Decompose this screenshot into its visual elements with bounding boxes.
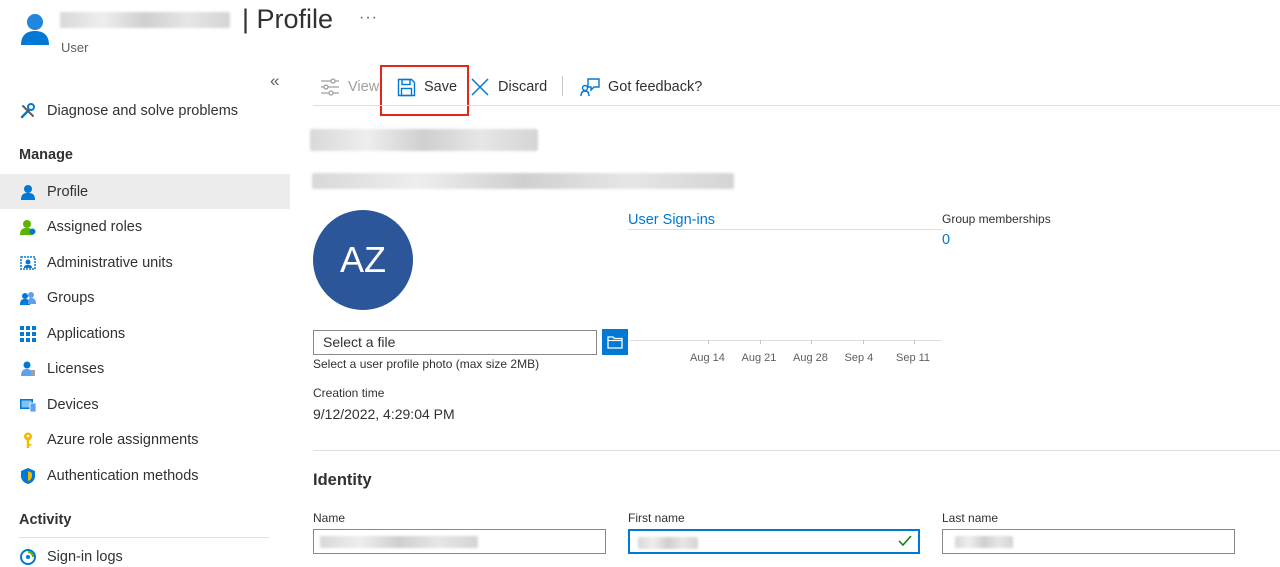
- name-field[interactable]: [313, 529, 606, 554]
- chart-x-axis: [628, 340, 942, 341]
- sidebar-item-assigned-roles[interactable]: Assigned roles: [0, 209, 290, 244]
- creation-time-value: 9/12/2022, 4:29:04 PM: [313, 406, 455, 422]
- select-file-input[interactable]: Select a file: [313, 330, 597, 355]
- sidebar-item-label: Profile: [47, 183, 89, 200]
- sidebar-item-label: Applications: [47, 325, 126, 342]
- sidebar-item-label: Groups: [47, 289, 95, 306]
- feedback-icon: [580, 77, 600, 97]
- sidebar-item-label: Authentication methods: [47, 467, 199, 484]
- chart-tick: [759, 340, 761, 344]
- last-name-value-redacted: [955, 536, 1013, 548]
- browse-file-button[interactable]: [602, 329, 628, 355]
- sidebar-item-label: Sign-in logs: [47, 548, 123, 565]
- section-manage: Manage: [19, 147, 73, 163]
- user-role-icon: [19, 218, 37, 236]
- folder-icon: [607, 336, 623, 349]
- sidebar-item-applications[interactable]: Applications: [0, 316, 290, 351]
- first-name-label: First name: [628, 511, 685, 525]
- last-name-label: Last name: [942, 511, 999, 525]
- first-name-field[interactable]: [628, 529, 920, 554]
- key-icon: [19, 431, 37, 449]
- page-title: | Profile: [242, 4, 334, 34]
- device-icon: [19, 396, 37, 414]
- toolbar-separator: [562, 76, 563, 96]
- section-activity: Activity: [19, 512, 72, 528]
- more-options-button[interactable]: ···: [359, 9, 378, 27]
- user-name-redacted: [60, 12, 230, 28]
- admin-units-icon: [19, 254, 37, 272]
- license-icon: [19, 360, 37, 378]
- name-value-redacted: [320, 536, 478, 548]
- close-icon: [470, 77, 490, 97]
- save-highlight-box: [380, 65, 469, 116]
- sidebar-item-label: Diagnose and solve problems: [47, 102, 239, 119]
- sidebar-item-diagnose[interactable]: Diagnose and solve problems: [0, 93, 290, 128]
- sign-ins-divider: [628, 229, 942, 230]
- display-name-redacted: [310, 129, 538, 151]
- toolbar-divider: [313, 105, 1280, 106]
- discard-button[interactable]: Discard: [470, 74, 547, 100]
- sign-in-icon: [19, 548, 37, 566]
- sidebar-item-label: Devices: [47, 396, 99, 413]
- first-name-value-redacted: [638, 537, 698, 549]
- view-button[interactable]: View: [320, 74, 379, 100]
- name-label: Name: [313, 511, 346, 525]
- view-label: View: [348, 79, 380, 95]
- feedback-button[interactable]: Got feedback?: [580, 74, 702, 100]
- sidebar-item-devices[interactable]: Devices: [0, 387, 290, 422]
- section-divider: [19, 537, 269, 538]
- user-principal-name-redacted: [312, 173, 734, 189]
- discard-label: Discard: [498, 79, 548, 95]
- page-subtitle: User: [61, 40, 89, 55]
- sidebar-item-licenses[interactable]: Licenses: [0, 351, 290, 386]
- avatar: AZ: [313, 210, 413, 310]
- sidebar-item-label: Administrative units: [47, 254, 173, 271]
- collapse-sidebar-icon[interactable]: «: [270, 71, 279, 91]
- chart-tick-label: Aug 14: [690, 352, 725, 364]
- sidebar-item-administrative-units[interactable]: Administrative units: [0, 245, 290, 280]
- user-sign-ins-link[interactable]: User Sign-ins: [628, 212, 715, 228]
- user-icon: [19, 183, 37, 201]
- chart-tick-label: Sep 4: [844, 352, 874, 364]
- file-hint: Select a user profile photo (max size 2M…: [313, 357, 540, 371]
- chart-tick-label: Sep 11: [896, 352, 931, 364]
- user-header-icon: [20, 12, 50, 46]
- chart-tick: [708, 340, 709, 344]
- sidebar-item-sign-in-logs[interactable]: Sign-in logs: [0, 539, 290, 567]
- identity-section-title: Identity: [313, 471, 372, 489]
- section-divider: [313, 450, 1280, 451]
- settings-sliders-icon: [320, 77, 340, 97]
- groups-icon: [19, 289, 37, 307]
- chart-tick: [811, 340, 812, 344]
- wrench-icon: [19, 102, 37, 120]
- checkmark-icon: [898, 534, 912, 553]
- chart-tick: [914, 340, 915, 344]
- sidebar-item-label: Assigned roles: [47, 218, 143, 235]
- sidebar-item-azure-role-assignments[interactable]: Azure role assignments: [0, 422, 290, 457]
- feedback-label: Got feedback?: [608, 79, 703, 95]
- last-name-field[interactable]: [942, 529, 1235, 554]
- sidebar-item-label: Licenses: [47, 360, 105, 377]
- chart-tick: [862, 340, 864, 344]
- chart-tick-label: Aug 21: [741, 352, 777, 364]
- grid-icon: [19, 325, 37, 343]
- sidebar-item-profile[interactable]: Profile: [0, 174, 290, 209]
- sidebar-item-label: Azure role assignments: [47, 431, 199, 448]
- sidebar-item-groups[interactable]: Groups: [0, 280, 290, 315]
- shield-icon: [19, 467, 37, 485]
- group-memberships-count[interactable]: 0: [942, 232, 950, 248]
- creation-time-label: Creation time: [313, 386, 385, 400]
- sidebar-item-authentication-methods[interactable]: Authentication methods: [0, 458, 290, 493]
- group-memberships-label: Group memberships: [942, 212, 1051, 226]
- chart-tick-label: Aug 28: [793, 352, 828, 364]
